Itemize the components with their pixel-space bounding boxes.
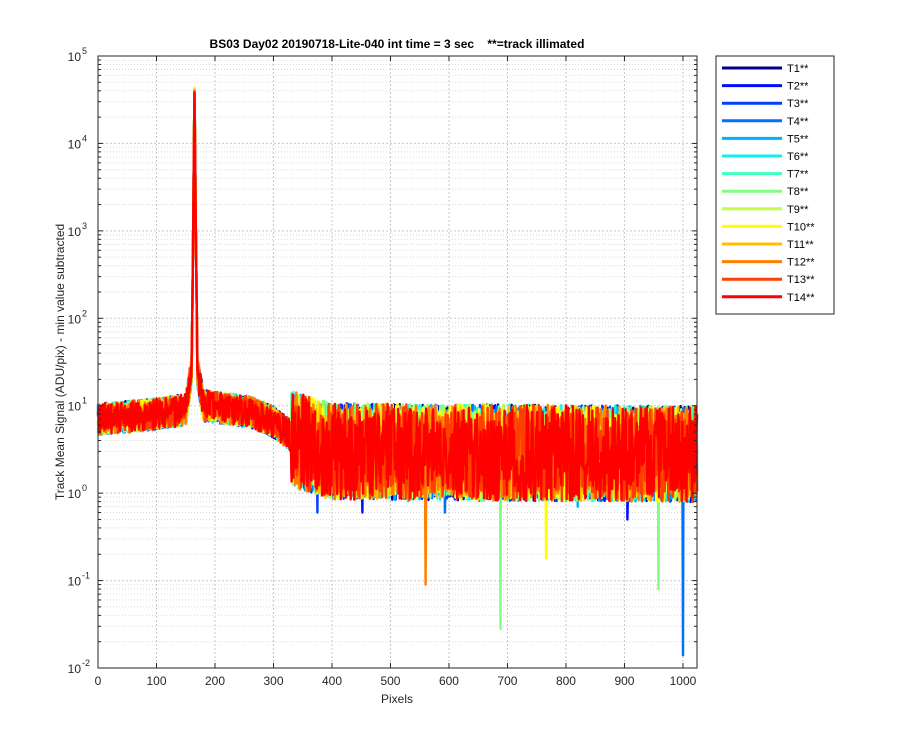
y-tick-exponent: 3	[82, 221, 87, 231]
y-tick-label: 10	[68, 137, 82, 151]
legend-label: T13**	[787, 274, 815, 286]
x-tick-label: 500	[380, 674, 400, 688]
y-tick-label: 10	[68, 50, 82, 64]
y-tick-exponent: 5	[82, 46, 87, 56]
y-tick-exponent: 2	[82, 308, 87, 318]
legend-label: T2**	[787, 81, 809, 93]
legend-label: T4**	[787, 116, 809, 128]
y-tick-exponent: 4	[82, 133, 87, 143]
plot-area	[98, 56, 697, 668]
legend-label: T12**	[787, 257, 815, 269]
chart: 0 100 200 300 400 500 600 700 800 900 100010 -210 -1…	[0, 0, 900, 750]
y-tick-label: 10	[68, 312, 82, 326]
x-axis-label: Pixels	[381, 692, 413, 706]
y-tick-label: 10	[68, 487, 82, 501]
legend-label: T14**	[787, 292, 815, 304]
x-tick-label: 400	[322, 674, 342, 688]
x-tick-label: 1000	[670, 674, 697, 688]
y-tick-label: 10	[68, 225, 82, 239]
legend-label: T11**	[787, 239, 814, 251]
legend-label: T3**	[787, 98, 809, 110]
y-tick-label: 10	[68, 662, 82, 676]
x-tick-label: 800	[556, 674, 576, 688]
legend: T1** T2** T3** T4** T5** T6** T7** T8** T9** T10*…	[715, 55, 835, 315]
x-tick-label: 700	[497, 674, 517, 688]
y-axis-label: Track Mean Signal (ADU/pix) - min value …	[53, 224, 67, 500]
legend-label: T6**	[787, 151, 809, 163]
legend-label: T1**	[787, 63, 809, 75]
x-tick-label: 200	[205, 674, 225, 688]
chart-title: BS03 Day02 20190718-Lite-040 int time = …	[210, 37, 585, 51]
legend-label: T10**	[787, 221, 815, 233]
x-tick-label: 900	[614, 674, 634, 688]
y-tick-label: 10	[68, 400, 82, 414]
x-tick-label: 0	[95, 674, 102, 688]
legend-box	[715, 55, 835, 315]
legend-label: T5**	[787, 133, 809, 145]
legend-label: T9**	[787, 204, 809, 216]
y-tick-exponent: -1	[82, 571, 90, 581]
y-tick-label: 10	[68, 575, 82, 589]
y-tick-exponent: -2	[82, 658, 90, 668]
y-tick-exponent: 0	[82, 483, 87, 493]
legend-label: T8**	[787, 186, 809, 198]
x-tick-label: 300	[263, 674, 283, 688]
x-tick-label: 100	[146, 674, 166, 688]
x-tick-label: 600	[439, 674, 459, 688]
legend-label: T7**	[787, 169, 809, 181]
y-tick-exponent: 1	[82, 396, 87, 406]
